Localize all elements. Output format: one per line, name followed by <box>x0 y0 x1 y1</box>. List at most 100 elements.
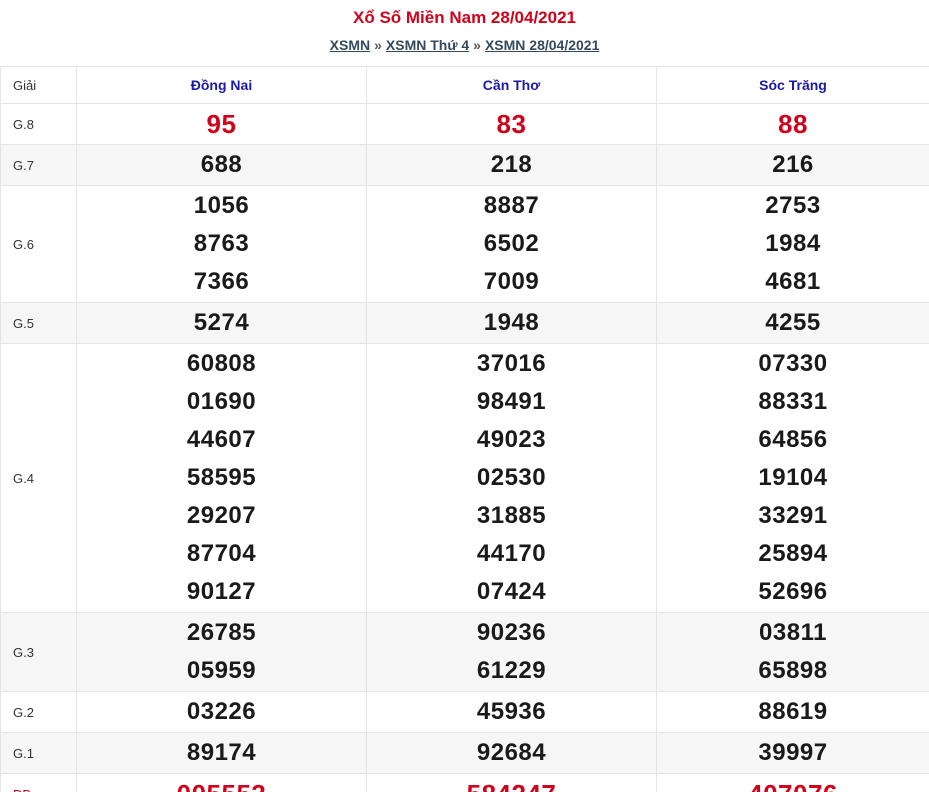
result-cell: 216 <box>656 144 929 186</box>
result-number: 07424 <box>476 578 547 605</box>
table-row: G.2 03226 45936 88619 <box>0 691 929 733</box>
result-cell: 4255 <box>656 302 929 344</box>
result-number: 1984 <box>765 230 821 257</box>
result-cell: 1056 8763 7366 <box>76 185 367 303</box>
result-number: 19104 <box>758 464 828 491</box>
result-number: 98491 <box>476 388 547 415</box>
result-number: 2753 <box>765 192 821 219</box>
table-row: G.8 95 83 88 <box>0 103 929 145</box>
prize-label: G.6 <box>0 185 77 303</box>
province-header-dong-nai[interactable]: Đồng Nai <box>76 66 367 104</box>
result-cell: 03811 65898 <box>656 612 929 692</box>
result-number: 26785 <box>186 619 257 646</box>
result-number: 49023 <box>476 426 547 453</box>
breadcrumb-link-xsmn[interactable]: XSMN <box>330 37 370 53</box>
table-row: G.4 60808 01690 44607 58595 29207 87704 90127 37… <box>0 343 929 613</box>
result-cell: 1948 <box>366 302 657 344</box>
result-cell: 584247 <box>366 773 657 792</box>
result-number: 7009 <box>483 268 540 295</box>
result-number: 95 <box>206 109 237 139</box>
result-cell: 5274 <box>76 302 367 344</box>
result-cell: 83 <box>366 103 657 145</box>
result-number: 218 <box>490 151 533 178</box>
result-number: 03811 <box>759 619 827 646</box>
result-number: 89174 <box>186 739 257 766</box>
table-row: ĐB005553584247407076 <box>0 773 929 792</box>
result-cell: 2753 1984 4681 <box>656 185 929 303</box>
result-number: 90236 <box>476 619 547 646</box>
breadcrumb-separator: » <box>473 37 481 53</box>
table-row: G.3 26785 05959 90236 61229 03811 65898 <box>0 612 929 692</box>
result-number: 216 <box>772 151 814 178</box>
result-number: 52696 <box>758 578 828 605</box>
result-cell: 8887 6502 7009 <box>366 185 657 303</box>
result-cell: 95 <box>76 103 367 145</box>
result-number: 4255 <box>765 309 821 336</box>
breadcrumb-link-xsmn-thu-4[interactable]: XSMN Thứ 4 <box>386 37 469 53</box>
result-number: 37016 <box>476 350 547 377</box>
result-number: 90127 <box>186 578 257 605</box>
result-number: 88619 <box>758 698 828 725</box>
breadcrumb: XSMN» XSMN Thứ 4» XSMN 28/04/2021 <box>0 36 929 54</box>
result-cell: 60808 01690 44607 58595 29207 87704 90127 <box>76 343 367 613</box>
result-number: 4681 <box>765 268 821 295</box>
result-number: 83 <box>496 109 527 139</box>
result-number: 7366 <box>193 268 250 295</box>
result-number: 01690 <box>186 388 257 415</box>
page-header: Xổ Số Miền Nam 28/04/2021 XSMN» XSMN Thứ … <box>0 0 929 66</box>
result-number: 45936 <box>476 698 547 725</box>
page-title: Xổ Số Miền Nam 28/04/2021 <box>353 8 576 27</box>
result-number: 39997 <box>758 739 828 766</box>
table-row: G.7 688 218 216 <box>0 144 929 186</box>
result-number: 29207 <box>186 502 257 529</box>
result-cell: 218 <box>366 144 657 186</box>
result-number: 407076 <box>657 775 929 792</box>
result-cell: 407076 <box>656 773 929 792</box>
prize-label: G.1 <box>0 732 77 774</box>
result-number: 44170 <box>476 540 547 567</box>
province-header-can-tho[interactable]: Cần Thơ <box>366 66 657 104</box>
result-number: 8887 <box>483 192 540 219</box>
result-number: 584247 <box>367 775 656 792</box>
result-number: 5274 <box>193 309 250 336</box>
result-cell: 005553 <box>76 773 367 792</box>
result-cell: 39997 <box>656 732 929 774</box>
result-number: 33291 <box>758 502 828 529</box>
breadcrumb-separator: » <box>374 37 382 53</box>
result-number: 88 <box>778 109 808 139</box>
table-row: G.5 5274 1948 4255 <box>0 302 929 344</box>
result-cell: 26785 05959 <box>76 612 367 692</box>
result-number: 1056 <box>193 192 250 219</box>
prize-label: G.3 <box>0 612 77 692</box>
prize-label: G.7 <box>0 144 77 186</box>
result-number: 58595 <box>186 464 257 491</box>
result-number: 88331 <box>758 388 828 415</box>
result-cell: 37016 98491 49023 02530 31885 44170 07424 <box>366 343 657 613</box>
result-number: 05959 <box>186 657 257 684</box>
breadcrumb-link-xsmn-date[interactable]: XSMN 28/04/2021 <box>485 37 599 53</box>
prize-label: G.2 <box>0 691 77 733</box>
result-number: 6502 <box>483 230 540 257</box>
result-number: 31885 <box>476 502 547 529</box>
prize-label: G.5 <box>0 302 77 344</box>
province-header-soc-trang[interactable]: Sóc Trăng <box>656 66 929 104</box>
result-number: 60808 <box>186 350 257 377</box>
table-row: G.6 1056 8763 7366 8887 6502 7009 2753 1984 4681 <box>0 185 929 303</box>
result-number: 688 <box>200 151 243 178</box>
result-cell: 03226 <box>76 691 367 733</box>
table-header-row: Giải Đồng Nai Cần Thơ Sóc Trăng <box>0 66 929 104</box>
result-cell: 90236 61229 <box>366 612 657 692</box>
result-number: 92684 <box>476 739 547 766</box>
result-number: 1948 <box>483 309 540 336</box>
result-cell: 688 <box>76 144 367 186</box>
result-cell: 88619 <box>656 691 929 733</box>
result-number: 61229 <box>476 657 547 684</box>
prize-label: G.8 <box>0 103 77 145</box>
result-number: 25894 <box>758 540 828 567</box>
result-cell: 07330 88331 64856 19104 33291 25894 52696 <box>656 343 929 613</box>
table-row: G.1 89174 92684 39997 <box>0 732 929 774</box>
result-cell: 88 <box>656 103 929 145</box>
result-number: 44607 <box>186 426 257 453</box>
result-cell: 89174 <box>76 732 367 774</box>
result-number: 87704 <box>186 540 257 567</box>
